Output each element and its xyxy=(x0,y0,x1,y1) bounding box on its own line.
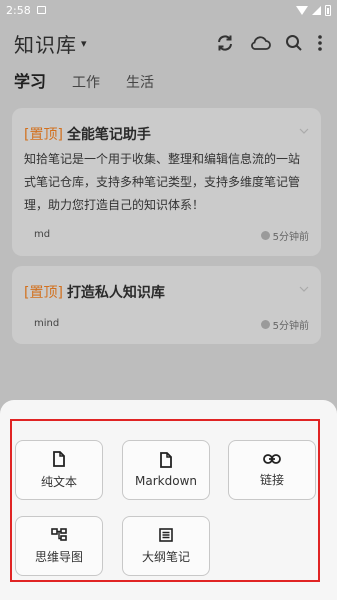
note-time: 5分钟前 xyxy=(260,317,309,332)
new-mindmap-button[interactable]: 思维导图 xyxy=(15,516,103,576)
note-title-text: 打造私人知识库 xyxy=(66,285,165,301)
note-title-text: 全能笔记助手 xyxy=(66,127,151,143)
chevron-down-icon[interactable]: ▾ xyxy=(81,37,87,50)
option-label: Markdown xyxy=(135,474,197,488)
note-card[interactable]: [置顶] 打造私人知识库 mind 5分钟前 xyxy=(12,266,321,344)
note-type-tag: mind xyxy=(34,318,60,329)
outline-icon xyxy=(159,527,173,542)
note-type-tag: md xyxy=(34,229,51,240)
note-title: [置顶] 全能笔记助手 xyxy=(24,124,151,144)
new-plain-text-button[interactable]: 纯文本 xyxy=(15,440,103,500)
note-time-text: 5分钟前 xyxy=(272,232,309,243)
note-time: 5分钟前 xyxy=(260,228,309,243)
new-markdown-button[interactable]: Markdown xyxy=(122,440,210,500)
pinned-label: [置顶] xyxy=(24,285,63,301)
status-bar: 2:58 xyxy=(0,0,337,20)
option-label: 纯文本 xyxy=(40,474,77,489)
tab-study[interactable]: 学习 xyxy=(14,68,46,92)
status-time: 2:58 xyxy=(6,3,31,17)
more-icon[interactable] xyxy=(317,34,323,52)
note-excerpt: 知拾笔记是一个用于收集、整理和编辑信息流的一站式笔记仓库，支持多种笔记类型，支持… xyxy=(24,152,301,212)
category-tabs: 学习 工作 生活 xyxy=(14,66,154,92)
battery-icon xyxy=(325,4,331,16)
option-label: 链接 xyxy=(259,472,284,487)
chevron-down-icon[interactable] xyxy=(299,126,309,136)
new-outline-button[interactable]: 大纲笔记 xyxy=(122,516,210,576)
file-icon xyxy=(160,452,172,468)
chevron-down-icon[interactable] xyxy=(299,284,309,294)
tab-work[interactable]: 工作 xyxy=(72,72,100,92)
signal-icon xyxy=(312,5,321,15)
cloud-icon[interactable] xyxy=(249,34,271,52)
notification-icon xyxy=(36,6,46,14)
tab-life[interactable]: 生活 xyxy=(126,72,154,92)
search-icon[interactable] xyxy=(285,34,303,52)
option-label: 思维导图 xyxy=(34,549,83,564)
new-link-button[interactable]: 链接 xyxy=(228,440,316,500)
wifi-icon xyxy=(296,5,308,15)
library-title[interactable]: 知识库 xyxy=(14,29,77,58)
app-bar: 知识库 ▾ xyxy=(0,20,337,66)
option-label: 大纲笔记 xyxy=(141,549,190,564)
pinned-label: [置顶] xyxy=(24,127,63,143)
mindmap-icon xyxy=(51,527,67,541)
link-icon xyxy=(263,453,281,464)
clock-icon xyxy=(260,231,270,240)
note-time-text: 5分钟前 xyxy=(272,321,309,332)
note-card[interactable]: [置顶] 全能笔记助手 知拾笔记是一个用于收集、整理和编辑信息流的一站式笔记仓库，… xyxy=(12,108,321,256)
note-title: [置顶] 打造私人知识库 xyxy=(24,282,165,302)
clock-icon xyxy=(260,320,270,329)
file-icon xyxy=(53,450,65,467)
sync-icon[interactable] xyxy=(215,33,235,53)
